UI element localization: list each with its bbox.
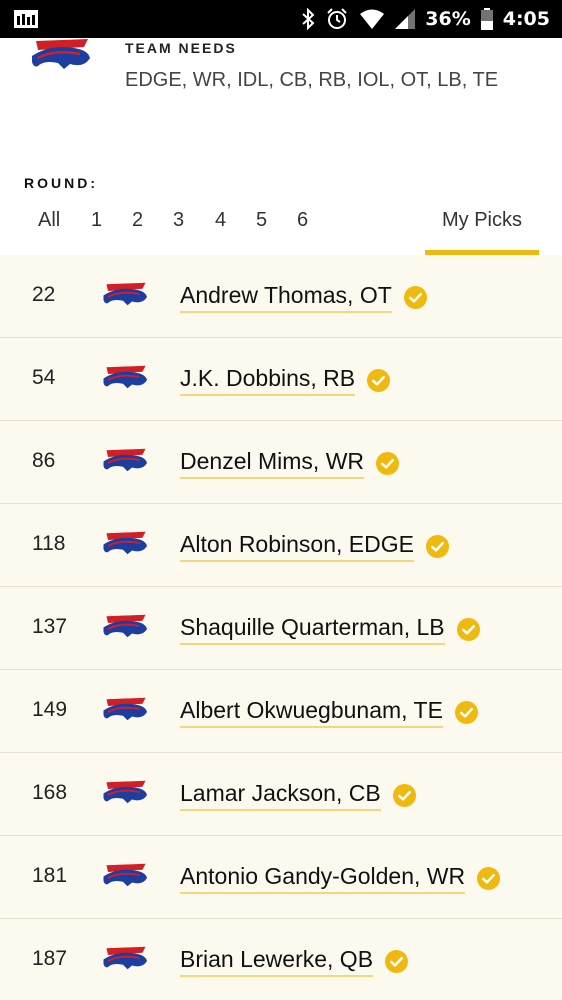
pick-row[interactable]: 54 J.K. Dobbins, RB <box>0 338 562 421</box>
team-needs-list: EDGE, WR, IDL, CB, RB, IOL, OT, LB, TE <box>125 69 499 91</box>
check-circle-icon <box>385 950 409 973</box>
team-logo-icon <box>102 363 150 396</box>
tab-round-5[interactable]: 5 <box>256 209 267 232</box>
tab-all[interactable]: All <box>38 209 60 232</box>
team-logo-icon <box>102 612 150 645</box>
tab-round-1[interactable]: 1 <box>91 209 102 232</box>
bluetooth-icon <box>301 8 315 30</box>
battery-percent: 36% <box>425 8 471 30</box>
tab-my-picks[interactable]: My Picks <box>425 195 539 255</box>
round-tabs: All 1 2 3 4 5 6 My Picks <box>0 195 562 255</box>
pick-row[interactable]: 86 Denzel Mims, WR <box>0 421 562 504</box>
player-link[interactable]: Lamar Jackson, CB <box>180 780 416 811</box>
alarm-icon <box>325 7 349 31</box>
pick-number: 86 <box>32 449 56 472</box>
team-logo-icon <box>102 529 150 562</box>
team-logo-icon <box>102 280 150 313</box>
pick-number: 149 <box>32 698 68 721</box>
check-circle-icon <box>392 784 416 807</box>
player-link[interactable]: Albert Okwuegbunam, TE <box>180 697 478 728</box>
team-needs-title: TEAM NEEDS <box>125 40 237 56</box>
status-bar: 36% 4:05 <box>0 0 562 38</box>
player-link[interactable]: Denzel Mims, WR <box>180 448 400 479</box>
check-circle-icon <box>456 618 480 641</box>
tab-round-3[interactable]: 3 <box>173 209 184 232</box>
battery-icon <box>480 8 493 30</box>
clock: 4:05 <box>502 8 550 30</box>
pick-row[interactable]: 118 Alton Robinson, EDGE <box>0 504 562 587</box>
pick-row[interactable]: 137 Shaquille Quarterman, LB <box>0 587 562 670</box>
team-logo-icon <box>102 778 150 811</box>
player-name: Alton Robinson, EDGE <box>180 531 414 562</box>
pick-number: 181 <box>32 864 68 887</box>
signal-icon <box>395 9 416 29</box>
pick-number: 137 <box>32 615 68 638</box>
check-circle-icon <box>367 369 391 392</box>
pick-row[interactable]: 22 Andrew Thomas, OT <box>0 255 562 338</box>
wifi-icon <box>359 8 385 30</box>
team-logo <box>30 38 94 75</box>
player-link[interactable]: Brian Lewerke, QB <box>180 946 409 977</box>
pick-row[interactable]: 168 Lamar Jackson, CB <box>0 753 562 836</box>
player-name: Andrew Thomas, OT <box>180 282 392 313</box>
pick-row[interactable]: 187 Brian Lewerke, QB <box>0 919 562 1000</box>
round-label: ROUND: <box>24 175 98 191</box>
player-name: Shaquille Quarterman, LB <box>180 614 445 645</box>
check-circle-icon <box>454 701 478 724</box>
pick-number: 168 <box>32 781 68 804</box>
tab-round-2[interactable]: 2 <box>132 209 143 232</box>
player-link[interactable]: Alton Robinson, EDGE <box>180 531 449 562</box>
pick-number: 118 <box>32 532 66 555</box>
player-link[interactable]: Antonio Gandy-Golden, WR <box>180 863 501 894</box>
pick-row[interactable]: 181 Antonio Gandy-Golden, WR <box>0 836 562 919</box>
player-name: Denzel Mims, WR <box>180 448 365 479</box>
check-circle-icon <box>376 452 400 475</box>
check-circle-icon <box>477 867 501 890</box>
player-name: Antonio Gandy-Golden, WR <box>180 863 466 894</box>
check-circle-icon <box>425 535 449 558</box>
team-logo-icon <box>102 861 150 894</box>
tab-round-4[interactable]: 4 <box>215 209 226 232</box>
player-name: Albert Okwuegbunam, TE <box>180 697 443 728</box>
player-link[interactable]: Andrew Thomas, OT <box>180 282 427 313</box>
picks-list: 22 Andrew Thomas, OT 54 J.K. Dobbins, RB 86 D… <box>0 255 562 1000</box>
player-link[interactable]: Shaquille Quarterman, LB <box>180 614 480 645</box>
team-logo-icon <box>102 944 150 977</box>
player-name: J.K. Dobbins, RB <box>180 365 356 396</box>
team-logo-icon <box>102 446 150 479</box>
pick-number: 187 <box>32 947 68 970</box>
app-icon <box>14 10 38 33</box>
tab-my-picks-label: My Picks <box>442 209 522 231</box>
pick-number: 54 <box>32 366 56 389</box>
player-name: Lamar Jackson, CB <box>180 780 381 811</box>
player-link[interactable]: J.K. Dobbins, RB <box>180 365 391 396</box>
pick-number: 22 <box>32 283 56 306</box>
pick-row[interactable]: 149 Albert Okwuegbunam, TE <box>0 670 562 753</box>
tab-round-6[interactable]: 6 <box>297 209 308 232</box>
check-circle-icon <box>403 286 427 309</box>
player-name: Brian Lewerke, QB <box>180 946 374 977</box>
team-logo-icon <box>102 695 150 728</box>
